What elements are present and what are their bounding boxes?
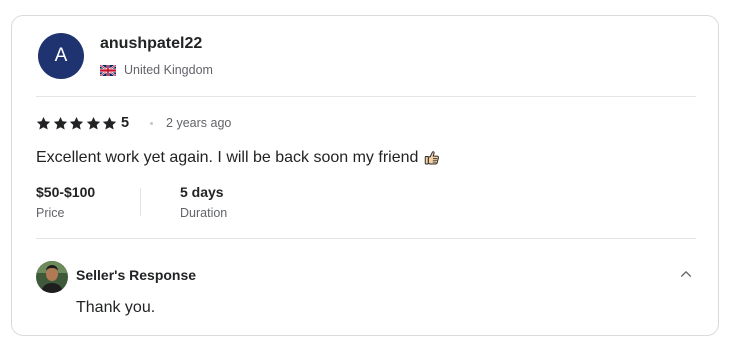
- review-body: Excellent work yet again. I will be back…: [36, 149, 419, 166]
- separator-dot: [150, 121, 154, 125]
- duration-block: 5 days Duration: [180, 184, 227, 220]
- reviewer-country: United Kingdom: [100, 63, 213, 77]
- review-text: Excellent work yet again. I will be back…: [36, 149, 441, 167]
- meta-divider: [140, 188, 141, 216]
- thumbs-up-icon: [425, 151, 440, 165]
- country-name: United Kingdom: [124, 63, 213, 77]
- star-icon: [53, 116, 67, 130]
- star-icon: [36, 116, 51, 130]
- price-label: Price: [36, 206, 65, 220]
- duration-label: Duration: [180, 206, 228, 220]
- reviewer-username[interactable]: anushpatel22: [100, 35, 202, 53]
- seller-avatar: [36, 261, 68, 293]
- price-block: $50-$100 Price: [36, 184, 95, 220]
- price-value: $50-$100: [36, 184, 96, 200]
- star-icon: [70, 116, 84, 130]
- review-time: 2 years ago: [166, 116, 232, 130]
- duration-value: 5 days: [180, 184, 224, 200]
- rating-row: 5 2 years ago: [36, 114, 231, 132]
- rating-value: 5: [120, 115, 130, 131]
- star-icon: [86, 116, 100, 130]
- star-icon: [103, 116, 117, 130]
- chevron-up-icon[interactable]: [679, 267, 693, 281]
- review-card: A anushpatel22 United Kingdom 5 2 years …: [11, 15, 719, 336]
- reviewer-avatar-initial: A: [54, 45, 68, 66]
- seller-reply-text: Thank you.: [76, 299, 156, 316]
- response-divider: [36, 238, 696, 239]
- reviewer-avatar[interactable]: A: [38, 33, 84, 79]
- header-divider: [36, 96, 696, 97]
- uk-flag-icon: [100, 64, 116, 76]
- seller-response-title: Seller's Response: [76, 267, 197, 283]
- star-rating: [36, 116, 119, 131]
